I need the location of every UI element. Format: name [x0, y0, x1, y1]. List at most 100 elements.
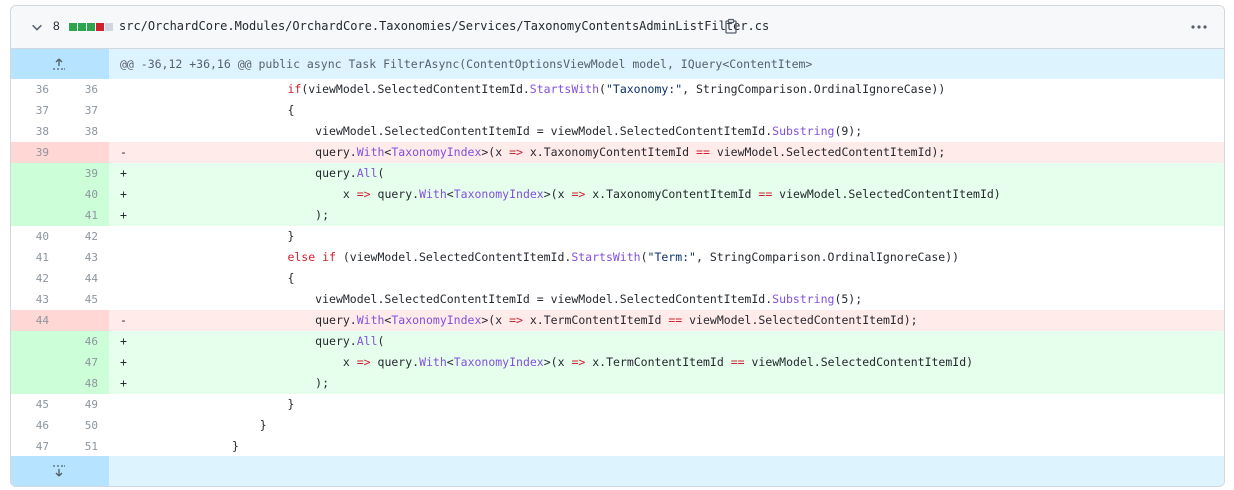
deleted-line: 44 - query.With<TaxonomyIndex>(x => x.Term…: [11, 310, 1224, 331]
context-line: 41 43 else if (viewModel.SelectedContentIt…: [11, 247, 1224, 268]
added-line: 47 + x => query.With<TaxonomyIndex>(x => x…: [11, 352, 1224, 373]
code-text: x => query.With<TaxonomyIndex>(x => x.Ta…: [342, 187, 1001, 201]
code-text: query.With<TaxonomyIndex>(x => x.TermCon…: [315, 313, 918, 327]
code-text: }: [259, 418, 267, 432]
file-path[interactable]: src/OrchardCore.Modules/OrchardCore.Taxo…: [119, 19, 769, 33]
diffstat: [69, 23, 113, 31]
code-text: );: [315, 376, 330, 390]
old-line-number[interactable]: [11, 352, 59, 373]
new-line-number[interactable]: 46: [60, 331, 108, 352]
context-line: 47 51}: [11, 436, 1224, 457]
code-text: x => query.With<TaxonomyIndex>(x => x.Te…: [342, 355, 974, 369]
context-line: 45 49}: [11, 394, 1224, 415]
added-line: 40 + x => query.With<TaxonomyIndex>(x => x…: [11, 184, 1224, 205]
code-text: }: [287, 397, 295, 411]
context-line: 40 42}: [11, 226, 1224, 247]
new-line-number[interactable]: 47: [60, 352, 108, 373]
added-line: 46 + query.All(: [11, 331, 1224, 352]
new-line-number[interactable]: 51: [60, 436, 108, 457]
addition-marker: +: [120, 355, 127, 369]
diffstat-block: [78, 23, 86, 31]
new-line-number[interactable]: [60, 142, 108, 163]
old-line-number[interactable]: 40: [11, 226, 59, 247]
context-line: 37 37 {: [11, 100, 1224, 121]
diffstat-block: [69, 23, 77, 31]
added-line: 41 +);: [11, 205, 1224, 226]
diffstat-block: [96, 23, 104, 31]
context-line: 38 38 viewModel.SelectedContentItemId = vi…: [11, 121, 1224, 142]
addition-marker: +: [120, 208, 127, 222]
old-line-number[interactable]: 46: [11, 415, 59, 436]
code-text: viewModel.SelectedContentItemId = viewMo…: [315, 292, 863, 306]
context-line: 42 44 {: [11, 268, 1224, 289]
old-line-number[interactable]: 36: [11, 79, 59, 100]
old-line-number[interactable]: [11, 205, 59, 226]
code-text: if(viewModel.SelectedContentItemId.Start…: [287, 82, 946, 96]
added-line: 39 + query.All(: [11, 163, 1224, 184]
code-text: else if (viewModel.SelectedContentItemId…: [287, 250, 960, 264]
change-count: 8: [53, 19, 60, 33]
old-line-number[interactable]: 42: [11, 268, 59, 289]
new-line-number[interactable]: 49: [60, 394, 108, 415]
diff-file: 8 src/OrchardCore.Modules/OrchardCore.Ta…: [10, 5, 1225, 487]
deletion-marker: -: [120, 313, 127, 327]
old-line-number[interactable]: 39: [11, 142, 59, 163]
diffstat-block: [105, 23, 113, 31]
addition-marker: +: [120, 187, 127, 201]
old-line-number[interactable]: [11, 163, 59, 184]
file-header: 8 src/OrchardCore.Modules/OrchardCore.Ta…: [11, 6, 1224, 49]
new-line-number[interactable]: 36: [60, 79, 108, 100]
context-line: 46 50}: [11, 415, 1224, 436]
code-text: }: [287, 229, 295, 243]
new-line-number[interactable]: 48: [60, 373, 108, 394]
old-line-number[interactable]: [11, 184, 59, 205]
deletion-marker: -: [120, 145, 127, 159]
addition-marker: +: [120, 376, 127, 390]
code-text: query.All(: [315, 334, 385, 348]
new-line-number[interactable]: 37: [60, 100, 108, 121]
clipboard-icon[interactable]: [723, 18, 739, 34]
old-line-number[interactable]: 45: [11, 394, 59, 415]
code-text: {: [287, 103, 295, 117]
expand-down-row[interactable]: [11, 456, 1224, 486]
old-line-number[interactable]: [11, 373, 59, 394]
chevron-down-icon[interactable]: [30, 20, 44, 34]
diffstat-block: [87, 23, 95, 31]
hunk-header-text: @@ -36,12 +36,16 @@ public async Task Fi…: [120, 57, 813, 71]
code-text: }: [232, 439, 239, 453]
added-line: 48 +);: [11, 373, 1224, 394]
new-line-number[interactable]: 41: [60, 205, 108, 226]
kebab-menu-icon[interactable]: [1190, 19, 1208, 35]
code-text: query.With<TaxonomyIndex>(x => x.Taxonom…: [315, 145, 946, 159]
new-line-number[interactable]: 42: [60, 226, 108, 247]
new-line-number[interactable]: 44: [60, 268, 108, 289]
code-text: );: [315, 208, 330, 222]
addition-marker: +: [120, 334, 127, 348]
code-text: query.All(: [315, 166, 385, 180]
new-line-number[interactable]: 45: [60, 289, 108, 310]
deleted-line: 39 - query.With<TaxonomyIndex>(x => x.Taxo…: [11, 142, 1224, 163]
old-line-number[interactable]: 41: [11, 247, 59, 268]
old-line-number[interactable]: 38: [11, 121, 59, 142]
code-text: viewModel.SelectedContentItemId = viewMo…: [315, 124, 863, 138]
new-line-number[interactable]: 40: [60, 184, 108, 205]
context-line: 43 45 viewModel.SelectedContentItemId = vi…: [11, 289, 1224, 310]
new-line-number[interactable]: 43: [60, 247, 108, 268]
new-line-number[interactable]: 39: [60, 163, 108, 184]
expand-up-icon[interactable]: [51, 56, 67, 72]
old-line-number[interactable]: 43: [11, 289, 59, 310]
old-line-number[interactable]: 37: [11, 100, 59, 121]
new-line-number[interactable]: 38: [60, 121, 108, 142]
expand-down-icon[interactable]: [51, 463, 67, 479]
expand-down-gutter[interactable]: [11, 456, 109, 486]
new-line-number[interactable]: [60, 310, 108, 331]
old-line-number[interactable]: [11, 331, 59, 352]
new-line-number[interactable]: 50: [60, 415, 108, 436]
old-line-number[interactable]: 44: [11, 310, 59, 331]
code-text: {: [287, 271, 295, 285]
addition-marker: +: [120, 166, 127, 180]
context-line: 36 36 if(viewModel.SelectedContentItemId.S…: [11, 79, 1224, 100]
hunk-header: @@ -36,12 +36,16 @@ public async Task Fi…: [11, 49, 1224, 79]
expand-up-gutter[interactable]: [11, 49, 109, 79]
old-line-number[interactable]: 47: [11, 436, 59, 457]
